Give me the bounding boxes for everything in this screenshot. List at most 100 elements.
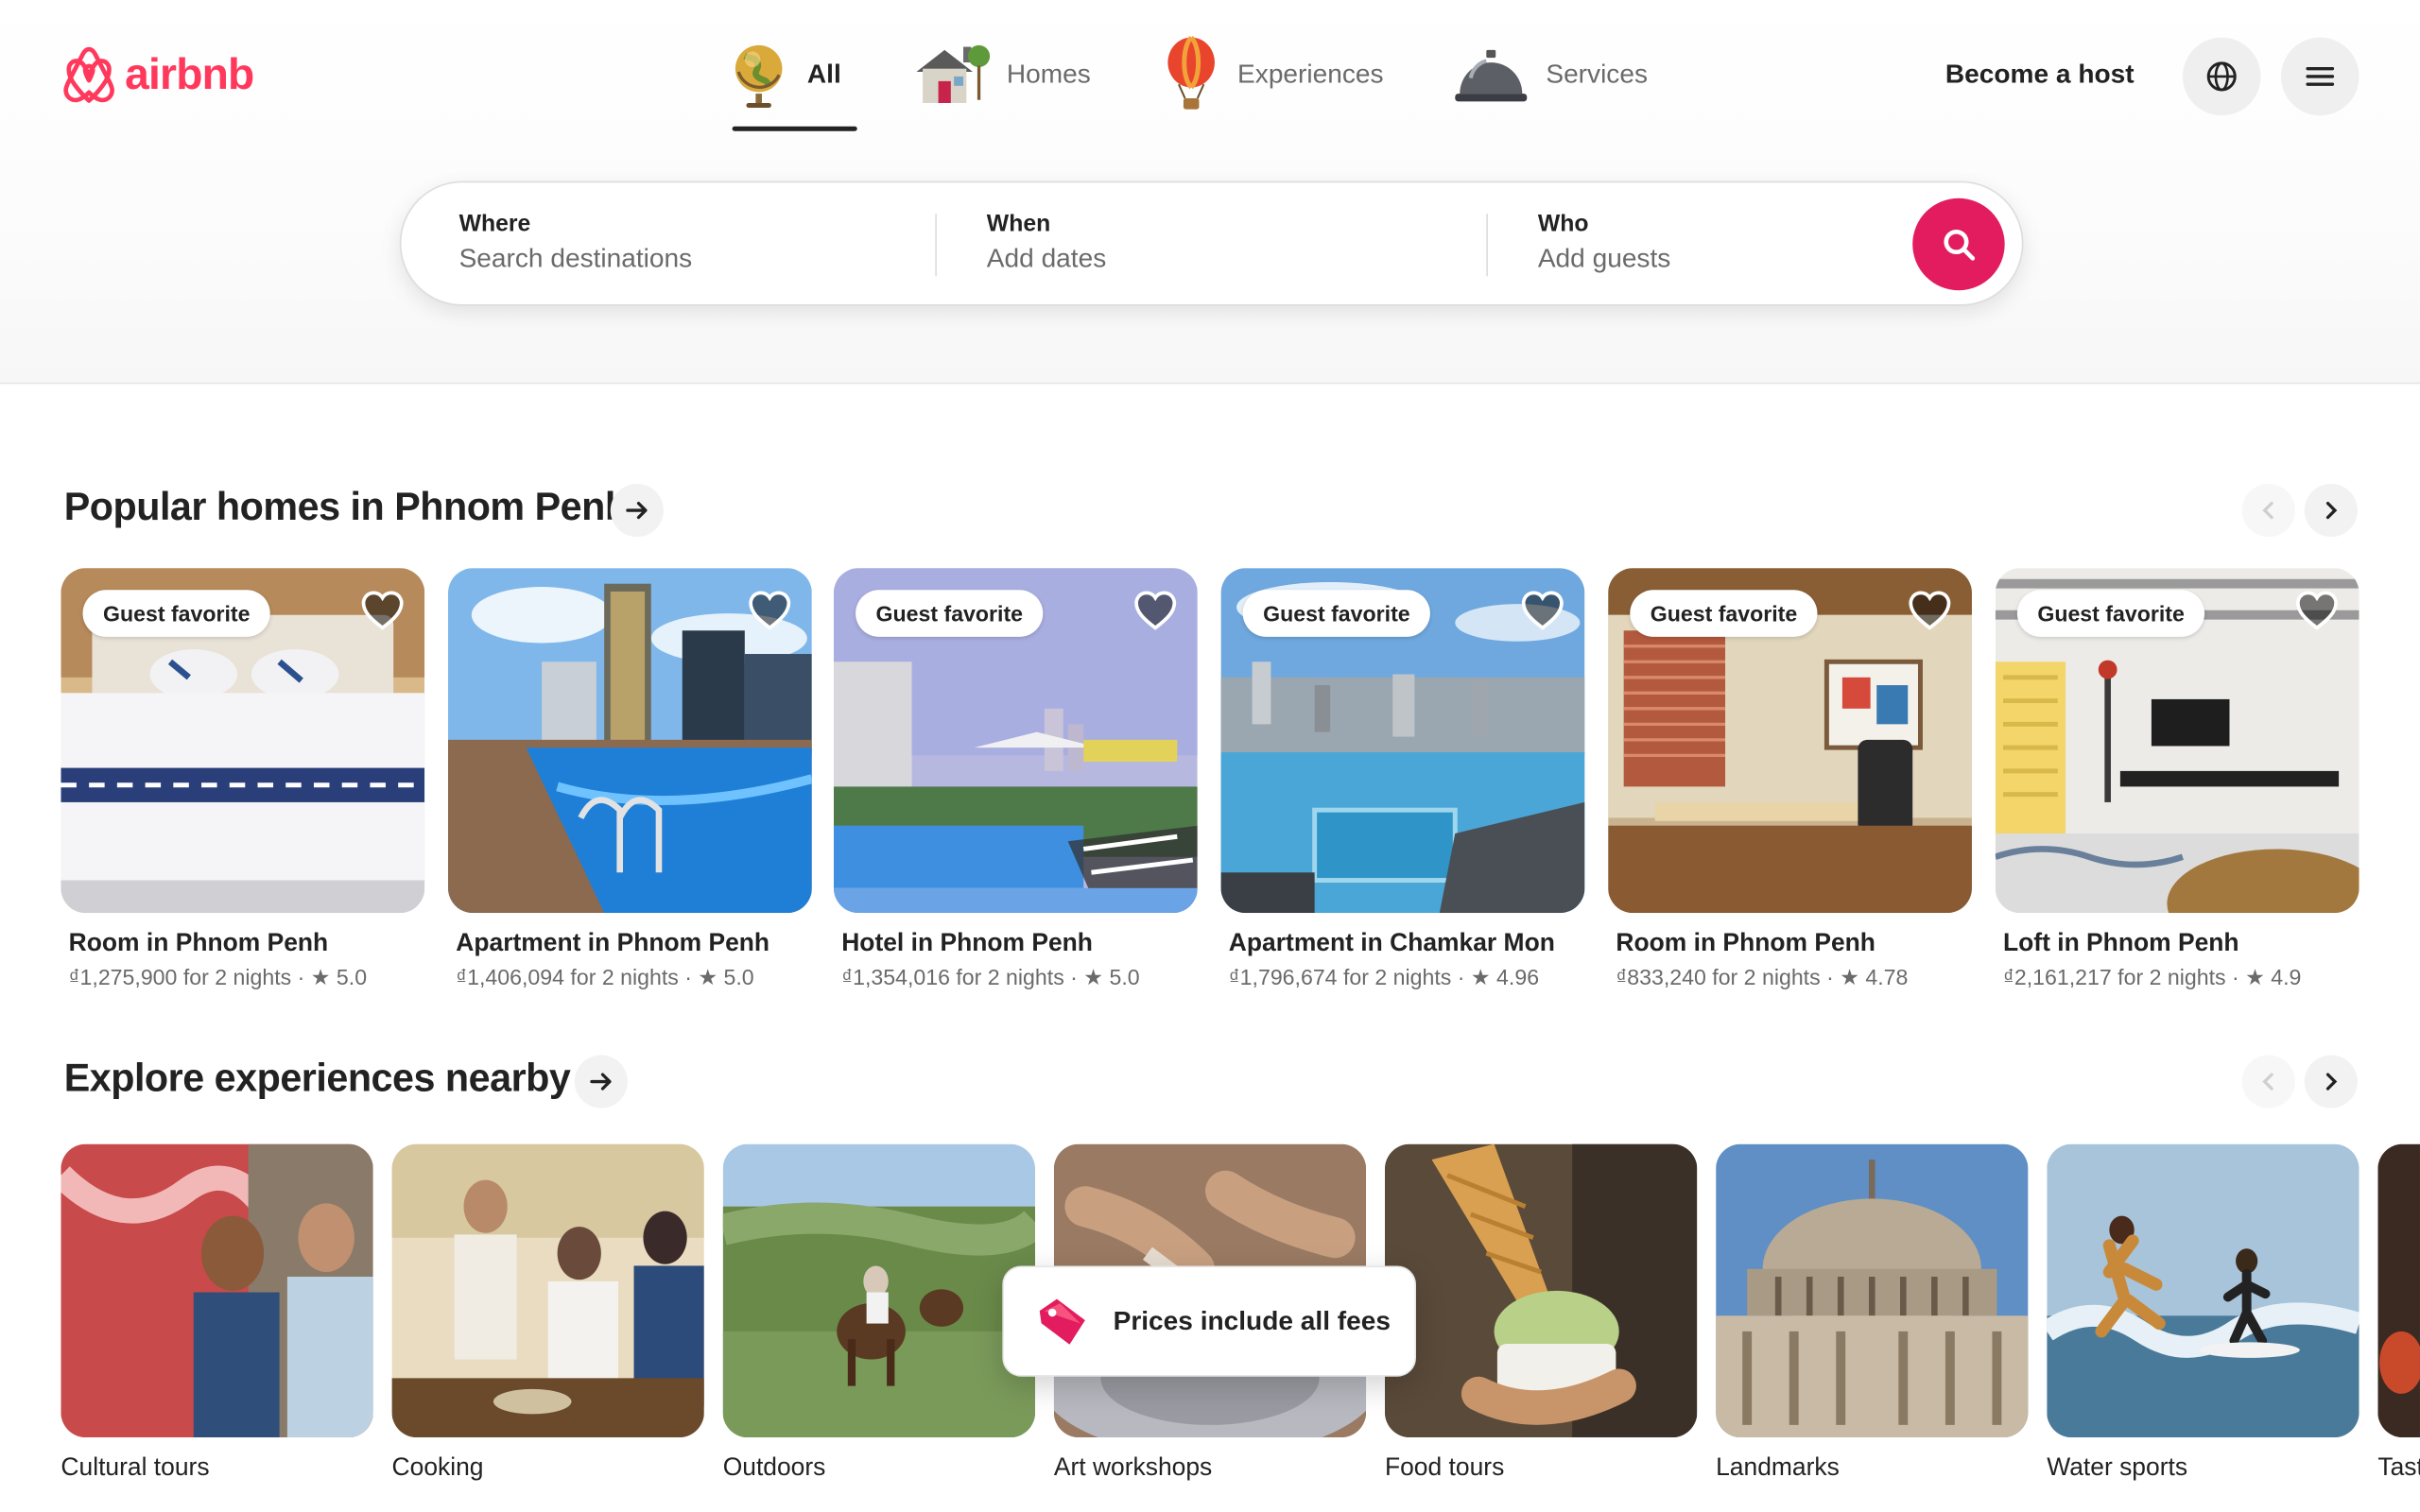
listing-photo[interactable]: Guest favorite bbox=[1995, 568, 2360, 914]
when-label: When bbox=[986, 210, 1051, 238]
prices-include-fees-toast: Prices include all fees bbox=[1002, 1265, 1417, 1377]
when-input[interactable]: Add dates bbox=[987, 244, 1106, 275]
food-tours-photo bbox=[1384, 1143, 1698, 1438]
experience-label: Water sports bbox=[2047, 1454, 2188, 1482]
listing-title: Room in Phnom Penh bbox=[1616, 930, 1876, 957]
experience-card[interactable]: Outdoors bbox=[722, 1143, 1036, 1483]
experience-photo bbox=[2377, 1143, 2420, 1438]
listing-title: Room in Phnom Penh bbox=[68, 930, 329, 957]
outdoors-photo bbox=[722, 1143, 1036, 1438]
chevron-right-icon bbox=[2325, 501, 2338, 520]
listing-card[interactable]: Guest favorite Room in Phnom Penh ₫1,275… bbox=[60, 568, 425, 991]
tab-homes-label: Homes bbox=[1006, 59, 1091, 90]
tab-all[interactable]: All bbox=[726, 34, 856, 131]
experience-card[interactable]: Cultural tours bbox=[60, 1143, 373, 1483]
header: airbnb All Homes Experiences Services Be… bbox=[0, 0, 2420, 385]
house-icon bbox=[916, 44, 990, 104]
main-menu-button[interactable] bbox=[2280, 37, 2360, 116]
listing-price-rating: ₫833,240 for 2 nights · ★ 4.78 bbox=[1616, 964, 1909, 990]
cooking-photo bbox=[391, 1143, 704, 1438]
landmarks-photo bbox=[1716, 1143, 2029, 1438]
logo-wordmark: airbnb bbox=[125, 49, 254, 99]
search-icon bbox=[1943, 229, 1975, 260]
guest-favorite-badge: Guest favorite bbox=[82, 590, 270, 637]
heart-icon[interactable] bbox=[1519, 587, 1566, 634]
experience-card[interactable]: Food tours bbox=[1384, 1143, 1698, 1483]
guest-favorite-badge: Guest favorite bbox=[1242, 590, 1431, 637]
popular-prev-button[interactable] bbox=[2241, 483, 2295, 538]
tab-services[interactable]: Services bbox=[1452, 34, 1648, 115]
price-tag-icon bbox=[1039, 1297, 1085, 1344]
experiences-prev-button[interactable] bbox=[2241, 1055, 2295, 1108]
arrow-right-icon bbox=[626, 501, 648, 520]
toast-text: Prices include all fees bbox=[1113, 1305, 1392, 1335]
heart-icon[interactable] bbox=[2293, 587, 2341, 634]
experience-label: Cooking bbox=[391, 1454, 484, 1482]
experience-label: Cultural tours bbox=[60, 1454, 210, 1482]
tastings-photo bbox=[2377, 1143, 2420, 1438]
listing-photo[interactable]: Guest favorite bbox=[60, 568, 425, 914]
listing-card[interactable]: Guest favorite Loft in Phnom Penh ₫2,161… bbox=[1995, 568, 2360, 991]
heart-icon[interactable] bbox=[1907, 587, 1954, 634]
experience-photo bbox=[391, 1143, 704, 1438]
where-field[interactable]: Where Search destinations bbox=[459, 211, 693, 275]
experience-card[interactable]: Water sports bbox=[2047, 1143, 2360, 1483]
experiences-see-all-button[interactable] bbox=[574, 1055, 628, 1108]
listing-card[interactable]: Guest favorite Room in Phnom Penh ₫833,2… bbox=[1608, 568, 1972, 991]
heart-icon[interactable] bbox=[1132, 587, 1179, 634]
listing-photo[interactable] bbox=[448, 568, 812, 914]
arrow-right-icon bbox=[590, 1073, 612, 1091]
popular-homes-see-all-button[interactable] bbox=[610, 483, 664, 538]
listing-price-rating: ₫1,796,674 for 2 nights · ★ 4.96 bbox=[1228, 964, 1540, 990]
listing-card[interactable]: Guest favorite Apartment in Chamkar Mon … bbox=[1220, 568, 1585, 991]
listing-photo[interactable]: Guest favorite bbox=[1220, 568, 1585, 914]
experience-label: Landmarks bbox=[1716, 1454, 1840, 1482]
experience-label: Tast bbox=[2377, 1454, 2420, 1482]
popular-homes-title[interactable]: Popular homes in Phnom Penh bbox=[64, 486, 629, 531]
guest-favorite-badge: Guest favorite bbox=[2016, 590, 2205, 637]
listing-price-rating: ₫1,406,094 for 2 nights · ★ 5.0 bbox=[456, 964, 754, 990]
listing-title: Apartment in Phnom Penh bbox=[456, 930, 770, 957]
heart-icon[interactable] bbox=[359, 587, 406, 634]
tab-experiences[interactable]: Experiences bbox=[1159, 34, 1384, 115]
tab-experiences-label: Experiences bbox=[1237, 59, 1384, 90]
airbnb-logo-icon bbox=[63, 46, 114, 103]
listing-title: Apartment in Chamkar Mon bbox=[1228, 930, 1555, 957]
become-a-host-link[interactable]: Become a host bbox=[1945, 60, 2135, 91]
guest-favorite-badge: Guest favorite bbox=[1630, 590, 1818, 637]
experience-card[interactable]: Cooking bbox=[391, 1143, 704, 1483]
hamburger-menu-icon bbox=[2306, 67, 2335, 86]
globe-icon bbox=[735, 44, 783, 108]
who-input[interactable]: Add guests bbox=[1538, 244, 1670, 275]
who-field[interactable]: Who Add guests bbox=[1538, 211, 1670, 275]
experiences-next-button[interactable] bbox=[2304, 1055, 2358, 1108]
listing-photo[interactable]: Guest favorite bbox=[833, 568, 1198, 914]
listing-price-rating: ₫1,354,016 for 2 nights · ★ 5.0 bbox=[841, 964, 1140, 990]
listing-price-rating: ₫2,161,217 for 2 nights · ★ 4.9 bbox=[2003, 964, 2302, 990]
where-input[interactable]: Search destinations bbox=[459, 244, 693, 275]
who-label: Who bbox=[1537, 210, 1589, 238]
search-button[interactable] bbox=[1912, 198, 2005, 291]
search-divider bbox=[935, 214, 937, 277]
water-sports-photo bbox=[2047, 1143, 2360, 1438]
listing-title: Hotel in Phnom Penh bbox=[841, 930, 1093, 957]
listing-price-rating: ₫1,275,900 for 2 nights · ★ 5.0 bbox=[68, 964, 368, 990]
language-globe-icon bbox=[2206, 61, 2237, 92]
language-button[interactable] bbox=[2182, 37, 2261, 116]
hot-air-balloon-icon bbox=[1167, 35, 1215, 110]
tab-homes[interactable]: Homes bbox=[909, 34, 1091, 115]
when-field[interactable]: When Add dates bbox=[987, 211, 1106, 275]
experience-card[interactable]: Landmarks bbox=[1716, 1143, 2029, 1483]
listing-card[interactable]: Apartment in Phnom Penh ₫1,406,094 for 2… bbox=[448, 568, 812, 991]
experiences-title[interactable]: Explore experiences nearby bbox=[64, 1057, 571, 1102]
listing-card[interactable]: Guest favorite Hotel in Phnom Penh ₫1,35… bbox=[833, 568, 1198, 991]
chevron-left-icon bbox=[2262, 501, 2273, 520]
experience-label: Art workshops bbox=[1053, 1454, 1213, 1482]
tab-services-label: Services bbox=[1546, 59, 1649, 90]
experience-card[interactable]: Tast bbox=[2377, 1143, 2420, 1483]
listing-photo[interactable]: Guest favorite bbox=[1608, 568, 1972, 914]
airbnb-logo[interactable]: airbnb bbox=[60, 43, 254, 106]
heart-icon[interactable] bbox=[746, 587, 793, 634]
popular-next-button[interactable] bbox=[2304, 483, 2358, 538]
experience-label: Food tours bbox=[1384, 1454, 1505, 1482]
